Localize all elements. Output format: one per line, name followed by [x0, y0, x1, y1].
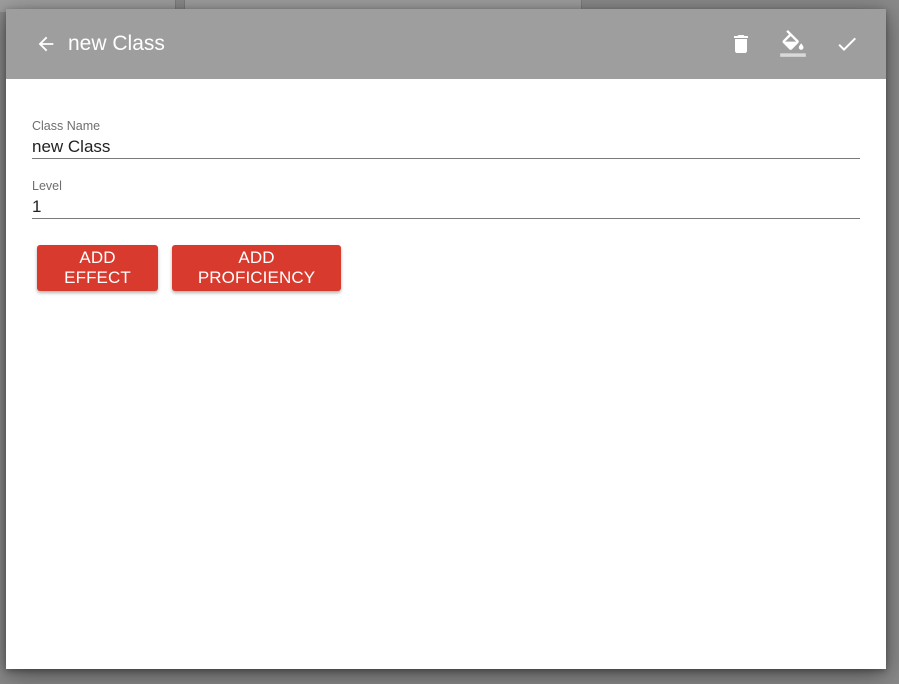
- add-proficiency-button[interactable]: ADD PROFICIENCY: [172, 245, 341, 291]
- back-button[interactable]: [26, 24, 66, 64]
- trash-icon: [734, 35, 748, 53]
- action-buttons: ADD EFFECT ADD PROFICIENCY: [32, 245, 860, 291]
- dialog-content: Class Name Level ADD EFFECT ADD PROFICIE…: [6, 79, 886, 291]
- check-icon: [838, 37, 856, 51]
- level-input[interactable]: [32, 195, 860, 219]
- class-editor-dialog: new Class Class Name Level: [6, 9, 886, 669]
- paint-button[interactable]: [773, 24, 813, 64]
- add-effect-button[interactable]: ADD EFFECT: [37, 245, 158, 291]
- class-name-field: Class Name: [32, 119, 860, 159]
- level-field: Level: [32, 179, 860, 219]
- arrow-left-icon: [38, 36, 54, 52]
- delete-button[interactable]: [721, 24, 761, 64]
- class-name-input[interactable]: [32, 135, 860, 159]
- paint-bucket-icon: [780, 30, 806, 57]
- dialog-title: new Class: [68, 32, 165, 55]
- level-label: Level: [32, 179, 62, 193]
- confirm-button[interactable]: [827, 24, 867, 64]
- class-name-label: Class Name: [32, 119, 101, 133]
- dialog-toolbar: new Class: [6, 9, 886, 79]
